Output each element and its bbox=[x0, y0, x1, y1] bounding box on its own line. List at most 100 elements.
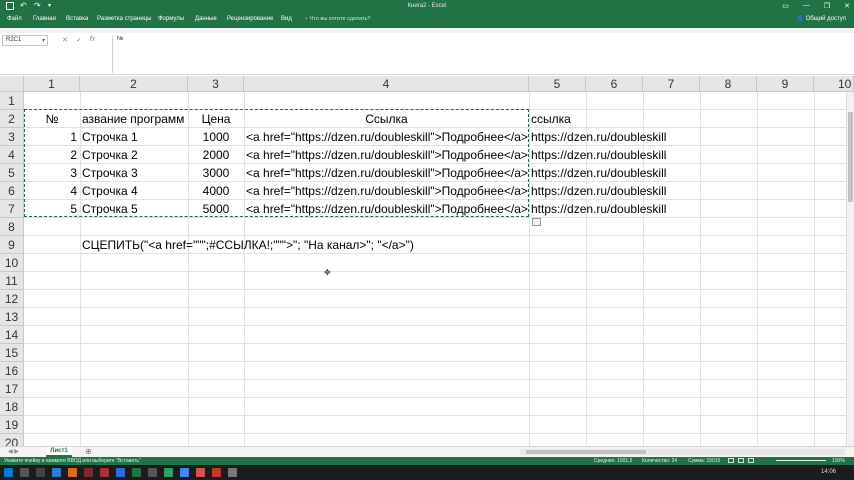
cell-header-link2[interactable]: ссылка bbox=[529, 110, 586, 128]
cell-header-link[interactable]: Ссылка bbox=[244, 110, 529, 128]
column-header[interactable]: 8 bbox=[700, 76, 757, 92]
close-icon[interactable]: ✕ bbox=[844, 2, 850, 10]
tab-review[interactable]: Рецензирование bbox=[227, 16, 273, 22]
name-box[interactable]: R2C1 ▾ bbox=[2, 35, 48, 46]
app-icon[interactable] bbox=[148, 468, 157, 477]
excel-icon[interactable] bbox=[132, 468, 141, 477]
cell-name[interactable]: Строчка 4 bbox=[80, 182, 188, 200]
column-header[interactable]: 3 bbox=[188, 76, 244, 92]
row-header[interactable]: 4 bbox=[0, 146, 24, 164]
column-header[interactable]: 5 bbox=[529, 76, 586, 92]
app-icon[interactable] bbox=[228, 468, 237, 477]
row-header[interactable]: 8 bbox=[0, 218, 24, 236]
cell-no[interactable]: 3 bbox=[24, 164, 80, 182]
cell-link[interactable]: <a href="https://dzen.ru/doubleskill">По… bbox=[244, 200, 529, 218]
cell-name[interactable]: Строчка 2 bbox=[80, 146, 188, 164]
row-header[interactable]: 5 bbox=[0, 164, 24, 182]
cell-price[interactable]: 5000 bbox=[188, 200, 244, 218]
cancel-icon[interactable]: ✕ bbox=[62, 36, 68, 44]
row-header[interactable]: 1 bbox=[0, 92, 24, 110]
ribbon-display-icon[interactable]: ▭ bbox=[782, 2, 789, 10]
cell-link[interactable]: <a href="https://dzen.ru/doubleskill">По… bbox=[244, 164, 529, 182]
formula-input[interactable]: № bbox=[112, 35, 852, 73]
row-header[interactable]: 3 bbox=[0, 128, 24, 146]
cell-name[interactable]: Строчка 1 bbox=[80, 128, 188, 146]
cell-no[interactable]: 2 bbox=[24, 146, 80, 164]
row-header[interactable]: 2 bbox=[0, 110, 24, 128]
tell-me-search[interactable]: ♀ Что вы хотите сделать? bbox=[304, 16, 370, 22]
cell-price[interactable]: 2000 bbox=[188, 146, 244, 164]
sheet-tab-active[interactable]: Лист1 bbox=[46, 447, 72, 457]
app-icon[interactable] bbox=[164, 468, 173, 477]
row-header[interactable]: 12 bbox=[0, 290, 24, 308]
cell-header-no[interactable]: № bbox=[24, 110, 80, 128]
app-icon[interactable] bbox=[84, 468, 93, 477]
row-header[interactable]: 19 bbox=[0, 416, 24, 434]
page-break-view-icon[interactable] bbox=[748, 458, 754, 463]
cell-url[interactable]: https://dzen.ru/doubleskill bbox=[529, 182, 700, 200]
cell-url[interactable]: https://dzen.ru/doubleskill bbox=[529, 128, 700, 146]
pdf-icon[interactable] bbox=[196, 468, 205, 477]
tab-home[interactable]: Главная bbox=[33, 16, 56, 22]
chrome-icon[interactable] bbox=[180, 468, 189, 477]
tab-data[interactable]: Данные bbox=[195, 16, 217, 22]
vertical-scrollbar[interactable] bbox=[846, 92, 854, 446]
cell-url[interactable]: https://dzen.ru/doubleskill bbox=[529, 200, 700, 218]
row-header[interactable]: 17 bbox=[0, 380, 24, 398]
row-header[interactable]: 14 bbox=[0, 326, 24, 344]
chevron-down-icon[interactable]: ▾ bbox=[42, 37, 45, 44]
column-header[interactable]: 4 bbox=[244, 76, 529, 92]
row-header[interactable]: 9 bbox=[0, 236, 24, 254]
cell-price[interactable]: 3000 bbox=[188, 164, 244, 182]
horizontal-scrollbar[interactable] bbox=[520, 449, 845, 455]
sheet-nav-icon[interactable]: ◀ ▶ bbox=[8, 448, 19, 455]
cell-name[interactable]: Строчка 3 bbox=[80, 164, 188, 182]
row-header[interactable]: 20 bbox=[0, 434, 24, 446]
task-view-icon[interactable] bbox=[36, 468, 45, 477]
cell-link[interactable]: <a href="https://dzen.ru/doubleskill">По… bbox=[244, 182, 529, 200]
cell-price[interactable]: 4000 bbox=[188, 182, 244, 200]
cell-link[interactable]: <a href="https://dzen.ru/doubleskill">По… bbox=[244, 146, 529, 164]
start-icon[interactable] bbox=[4, 468, 13, 477]
paste-options-icon[interactable] bbox=[532, 218, 541, 226]
column-header[interactable]: 6 bbox=[586, 76, 643, 92]
cell-formula-text[interactable]: СЦЕПИТЬ("<a href=""";#ССЫЛКА!;""">"; "На… bbox=[80, 236, 480, 254]
cell-url[interactable]: https://dzen.ru/doubleskill bbox=[529, 164, 700, 182]
cell-no[interactable]: 1 bbox=[24, 128, 80, 146]
cell-header-price[interactable]: Цена bbox=[188, 110, 244, 128]
minimize-icon[interactable]: — bbox=[803, 2, 810, 10]
cell-url[interactable]: https://dzen.ru/doubleskill bbox=[529, 146, 700, 164]
search-icon[interactable] bbox=[20, 468, 29, 477]
browser-icon[interactable] bbox=[52, 468, 61, 477]
column-header[interactable]: 9 bbox=[757, 76, 814, 92]
tab-view[interactable]: Вид bbox=[281, 16, 292, 22]
cell-link[interactable]: <a href="https://dzen.ru/doubleskill">По… bbox=[244, 128, 529, 146]
insert-function-icon[interactable]: fx bbox=[90, 36, 95, 44]
column-header[interactable]: 1 bbox=[24, 76, 80, 92]
normal-view-icon[interactable] bbox=[728, 458, 734, 463]
column-header[interactable]: 10 bbox=[814, 76, 854, 92]
row-header[interactable]: 15 bbox=[0, 344, 24, 362]
cell-price[interactable]: 1000 bbox=[188, 128, 244, 146]
zoom-level[interactable]: 100% bbox=[832, 458, 845, 464]
row-header[interactable]: 11 bbox=[0, 272, 24, 290]
tab-file[interactable]: Файл bbox=[7, 16, 22, 22]
enter-icon[interactable]: ✓ bbox=[76, 36, 82, 44]
scroll-thumb[interactable] bbox=[848, 112, 853, 202]
column-header[interactable]: 7 bbox=[643, 76, 700, 92]
app-icon[interactable] bbox=[100, 468, 109, 477]
cell-name[interactable]: Строчка 5 bbox=[80, 200, 188, 218]
row-header[interactable]: 13 bbox=[0, 308, 24, 326]
tab-formulas[interactable]: Формулы bbox=[158, 16, 184, 22]
app-icon[interactable] bbox=[212, 468, 221, 477]
tab-insert[interactable]: Вставка bbox=[66, 16, 88, 22]
row-header[interactable]: 10 bbox=[0, 254, 24, 272]
cell-header-name[interactable]: азвание программ bbox=[80, 110, 188, 128]
worksheet-grid[interactable]: 1 2 3 4 5 6 7 8 9 10 1 2 3 4 5 6 7 8 9 1… bbox=[0, 76, 854, 446]
zoom-slider[interactable] bbox=[776, 460, 826, 461]
scroll-thumb[interactable] bbox=[526, 450, 646, 454]
tab-page-layout[interactable]: Разметка страницы bbox=[97, 16, 151, 22]
clock[interactable]: 14:06 bbox=[821, 469, 836, 475]
column-header[interactable]: 2 bbox=[80, 76, 188, 92]
select-all-corner[interactable] bbox=[0, 76, 24, 92]
